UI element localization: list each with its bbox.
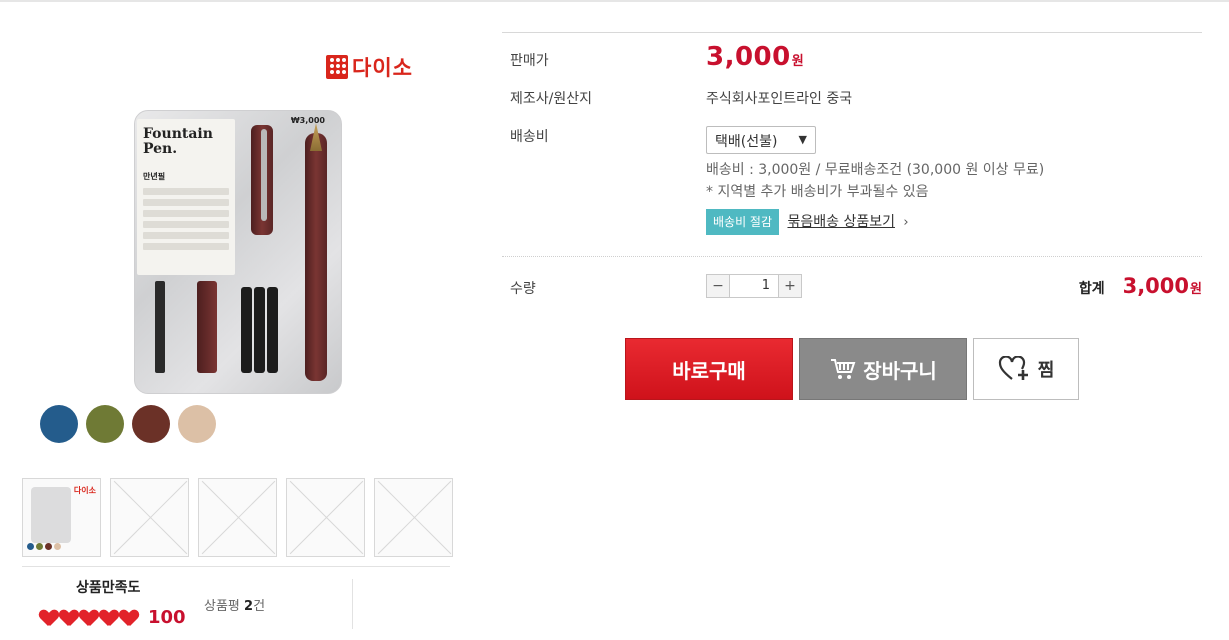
heart-icon [60, 610, 78, 626]
satisfaction-score: 100 [148, 607, 186, 628]
heart-rating: 100 [40, 607, 186, 628]
shipping-label: 배송비 [510, 129, 549, 145]
cart-icon [831, 359, 856, 379]
daiso-mark-icon [326, 55, 348, 79]
package-price-tag: ₩3,000 [290, 116, 325, 125]
main-product-image[interactable]: Fountain Pen. 만년필 ₩3,000 [134, 110, 342, 394]
quantity-label: 수량 [510, 281, 536, 297]
review-unit: 건 [253, 599, 266, 614]
buy-now-label: 바로구매 [672, 358, 746, 383]
thumbnail-selected[interactable]: 다이소 [22, 478, 101, 557]
color-swatch[interactable] [40, 405, 78, 443]
thumbnail-placeholder[interactable] [110, 478, 189, 557]
review-count[interactable]: 상품평 2건 [204, 595, 265, 614]
daiso-logo: 다이소 [326, 52, 413, 82]
quantity-input[interactable]: 1 [729, 275, 779, 297]
heart-icon [120, 610, 138, 626]
top-divider [0, 0, 1229, 2]
info-dotted-divider [502, 256, 1202, 257]
quantity-decrease-button[interactable]: − [707, 275, 729, 297]
rating-divider [352, 579, 353, 629]
maker-value: 주식회사포인트라인 중국 [706, 91, 853, 107]
heart-icon [80, 610, 98, 626]
add-to-cart-button[interactable]: 장바구니 [799, 338, 967, 400]
dropdown-arrow-icon: ▼ [798, 133, 807, 146]
thumbnail-image [31, 487, 71, 543]
maker-label: 제조사/원산지 [510, 91, 592, 107]
shipping-method-select[interactable]: 택배(선불) ▼ [706, 126, 816, 154]
thumbnail-placeholder[interactable] [286, 478, 365, 557]
color-swatch[interactable] [132, 405, 170, 443]
review-number: 2 [244, 599, 254, 614]
purchase-actions: 바로구매 장바구니 찜 [625, 338, 1079, 400]
total-value: 3,000 [1122, 274, 1190, 298]
price-value: 3,000 [706, 42, 791, 72]
review-label: 상품평 [204, 599, 240, 614]
shipping-method-value: 택배(선불) [715, 134, 778, 150]
thumbnail-strip: 다이소 [22, 478, 453, 557]
total-label: 합계 [1078, 281, 1105, 297]
shipping-saving-badge: 배송비 절감 [706, 209, 780, 235]
pen-section [197, 281, 217, 373]
package-card: Fountain Pen. 만년필 [137, 119, 235, 275]
buy-now-button[interactable]: 바로구매 [625, 338, 793, 400]
wishlist-button[interactable]: 찜 [973, 338, 1079, 400]
quantity-stepper: − 1 + [706, 274, 802, 298]
add-to-cart-label: 장바구니 [863, 358, 937, 383]
color-swatches [40, 405, 216, 443]
ink-cartridge [241, 287, 252, 373]
converter [155, 281, 165, 373]
shipping-fee-text: 배송비 : 3,000원 / 무료배송조건 (30,000 원 이상 무료) [706, 162, 1045, 178]
color-swatch[interactable] [86, 405, 124, 443]
price-currency: 원 [791, 54, 804, 69]
chevron-right-icon: › [903, 215, 909, 230]
ink-cartridge [267, 287, 278, 373]
color-swatch[interactable] [178, 405, 216, 443]
brand-name: 다이소 [352, 56, 413, 80]
total-currency: 원 [1190, 282, 1202, 297]
price-label: 판매가 [510, 53, 549, 69]
satisfaction-title: 상품만족도 [76, 580, 141, 596]
product-info: 판매가 3,000원 제조사/원산지 주식회사포인트라인 중국 배송비 택배(선… [502, 32, 1202, 400]
heart-plus-icon [998, 356, 1028, 380]
total-price: 합계 3,000 원 [1079, 274, 1202, 298]
thumbnail-logo: 다이소 [73, 486, 96, 495]
shipping-notes: 배송비 : 3,000원 / 무료배송조건 (30,000 원 이상 무료) *… [706, 159, 1044, 235]
pen-clip [261, 129, 267, 221]
satisfaction-panel: 상품만족도 100 상품평 2건 [22, 566, 450, 632]
quantity-increase-button[interactable]: + [779, 275, 801, 297]
info-top-divider [502, 32, 1202, 33]
bundle-shipping-link[interactable]: 묶음배송 상품보기 [787, 214, 895, 230]
package-title: Fountain Pen. [143, 126, 213, 157]
ink-cartridge [254, 287, 265, 373]
thumbnail-placeholder[interactable] [374, 478, 453, 557]
shipping-extra-text: * 지역별 추가 배송비가 부과될수 있음 [706, 184, 929, 200]
heart-icon [100, 610, 118, 626]
sale-price: 3,000원 [706, 42, 804, 72]
wishlist-label: 찜 [1037, 360, 1055, 381]
heart-icon [40, 610, 58, 626]
pen-body [305, 133, 327, 381]
package-subtitle: 만년필 [143, 172, 166, 181]
thumbnail-placeholder[interactable] [198, 478, 277, 557]
